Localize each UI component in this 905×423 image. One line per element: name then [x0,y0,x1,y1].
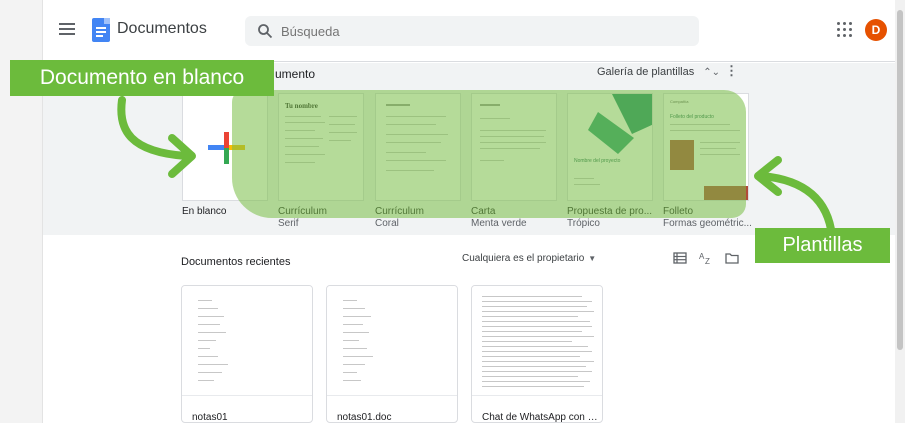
start-new-document-heading: umento [275,67,316,81]
account-avatar[interactable]: D [865,19,887,41]
top-header: Documentos D [43,0,896,62]
blank-document-annotation: Documento en blanco [10,60,274,96]
doc-title: notas01 [192,412,228,423]
template-name: En blanco [182,206,227,217]
recent-doc-card[interactable]: notas01 [181,285,313,423]
svg-text:Z: Z [705,257,710,265]
thumb-title-text: Tu nombre [285,102,318,110]
template-subtitle: Trópico [567,218,600,229]
template-resume-serif[interactable]: Tu nombre Currículum Serif [278,93,364,229]
template-brochure[interactable]: Compañía Folleto del producto Folleto Fo… [663,93,752,229]
expand-collapse-icon: ⌃⌄ [703,67,721,78]
thumb-project-title: Nombre del proyecto [574,158,621,164]
template-thumbnail[interactable] [375,93,461,201]
template-thumbnail[interactable]: Compañía Folleto del producto [663,93,749,201]
apps-grid-icon[interactable] [837,22,853,38]
sort-az-icon[interactable]: A Z [699,251,713,265]
templates-annotation: Plantillas [755,228,890,263]
plus-icon [208,132,245,164]
vertical-scrollbar[interactable] [895,0,905,423]
template-name: Currículum [278,206,327,217]
template-blank[interactable]: En blanco [182,93,268,217]
more-options-icon[interactable]: ⋮ [725,63,738,79]
search-input[interactable] [281,21,681,41]
template-subtitle: Formas geométric... [663,218,752,229]
search-icon[interactable] [257,23,273,39]
search-bar[interactable] [245,16,699,46]
template-gallery-label: Galería de plantillas [597,66,695,78]
owner-filter-label: Cualquiera es el propietario [462,253,585,264]
owner-filter-dropdown[interactable]: Cualquiera es el propietario ▼ [462,253,596,264]
template-project-proposal[interactable]: Nombre del proyecto Propuesta de pro... … [567,93,653,229]
template-name: Currículum [375,206,424,217]
docs-logo-icon[interactable] [92,18,110,42]
template-thumbnail[interactable]: Nombre del proyecto [567,93,653,201]
recent-doc-card[interactable]: notas01.doc [326,285,458,423]
screenshot-frame: Documentos D umento Galería de plantilla… [0,0,905,423]
template-name: Propuesta de pro... [567,206,653,217]
blank-template-thumbnail[interactable] [182,93,268,201]
doc-title: notas01.doc [337,412,392,423]
thumb-brochure-band [704,186,748,200]
template-resume-coral[interactable]: Currículum Coral [375,93,461,229]
template-subtitle: Coral [375,218,399,229]
app-title[interactable]: Documentos [117,20,207,38]
dropdown-caret-icon: ▼ [588,254,597,263]
folder-icon[interactable] [725,251,739,265]
doc-preview [472,286,602,396]
template-name: Folleto [663,206,694,217]
template-name: Carta [471,206,496,217]
recent-doc-card[interactable]: Chat de WhatsApp con D... [471,285,603,423]
thumb-brochure-image [670,140,694,170]
template-subtitle: Serif [278,218,299,229]
scrollbar-thumb[interactable] [897,10,903,350]
thumb-company-text: Compañía [670,99,689,104]
doc-preview [182,286,312,396]
template-subtitle: Menta verde [471,218,527,229]
list-view-icon[interactable] [673,251,687,265]
template-gallery-button[interactable]: Galería de plantillas ⌃⌄ [597,66,720,78]
recent-documents-heading: Documentos recientes [181,256,291,268]
template-letter[interactable]: Carta Menta verde [471,93,557,229]
thumb-brochure-title: Folleto del producto [670,114,714,120]
doc-preview [327,286,457,396]
doc-title: Chat de WhatsApp con D... [482,412,598,423]
menu-icon[interactable] [57,20,77,40]
template-thumbnail[interactable]: Tu nombre [278,93,364,201]
template-thumbnail[interactable] [471,93,557,201]
